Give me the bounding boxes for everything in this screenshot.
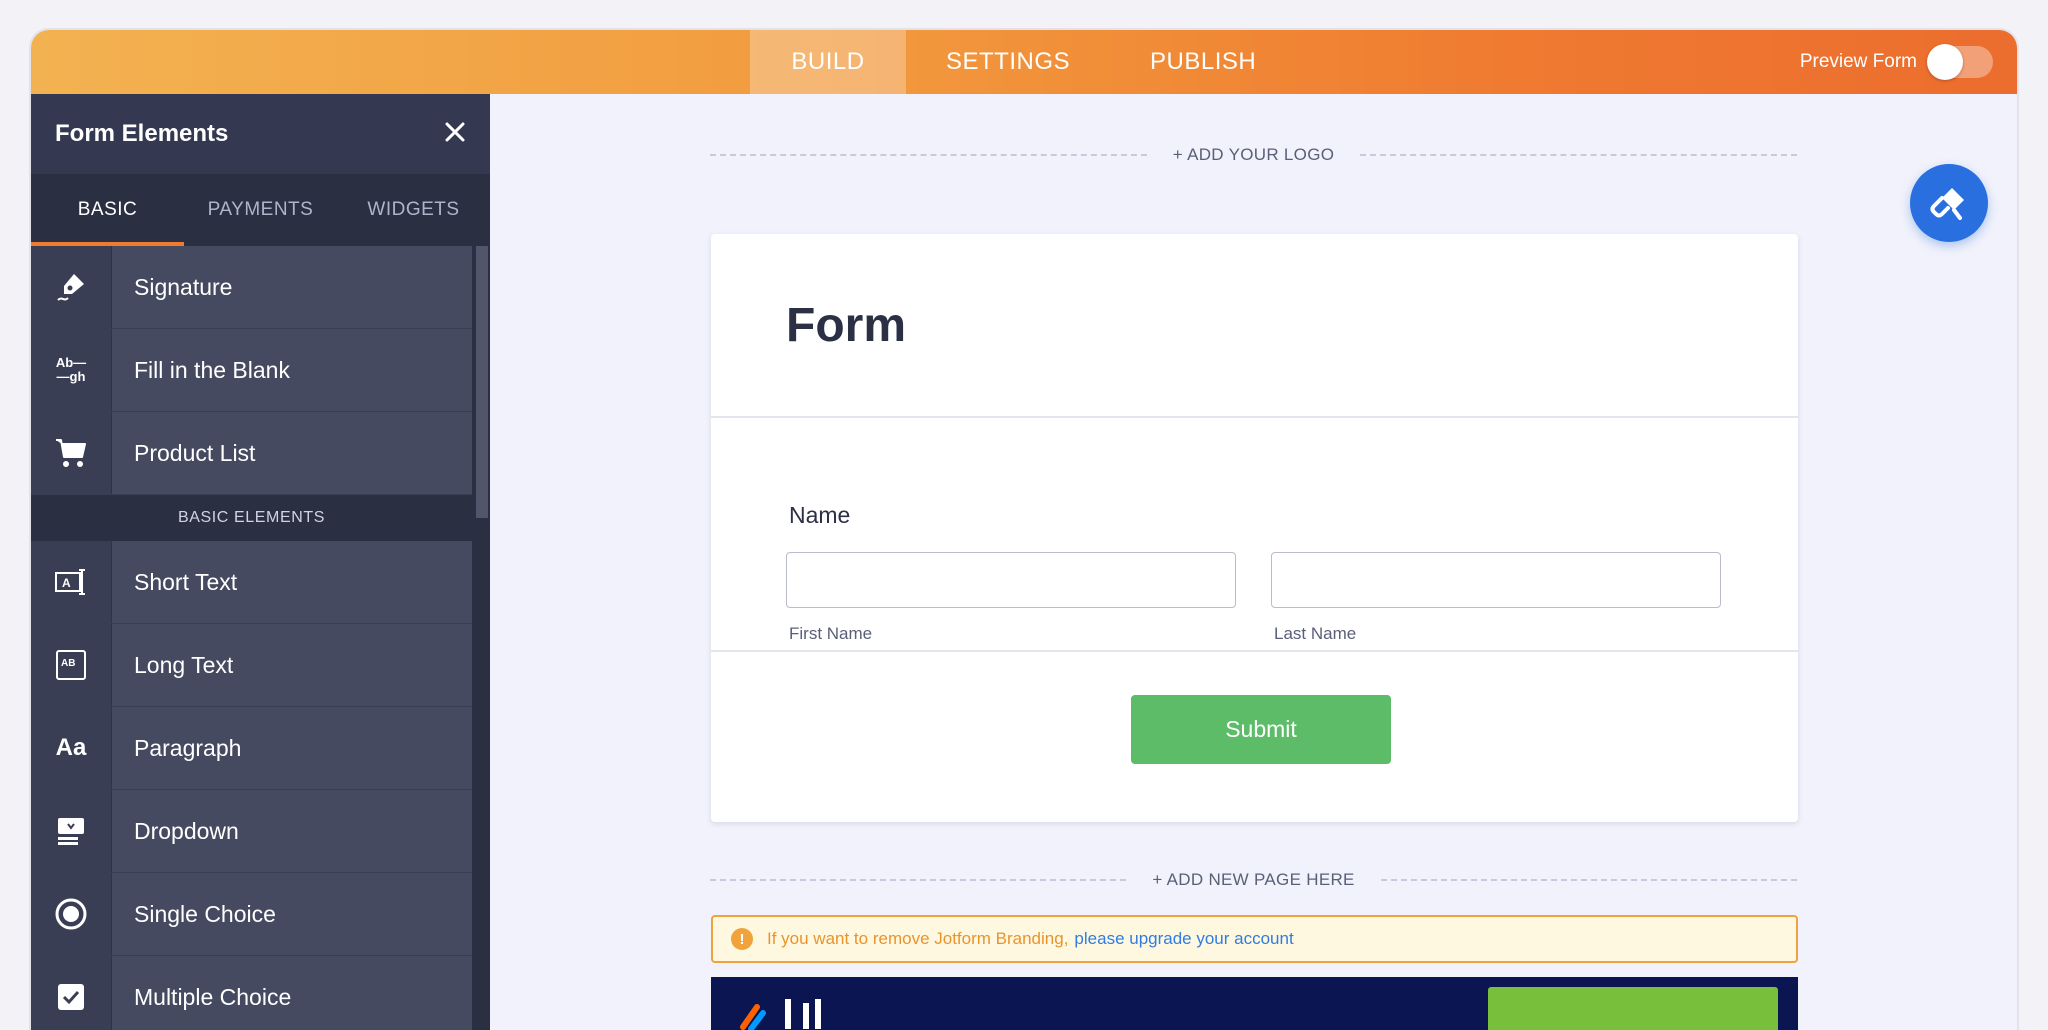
jotform-logo-icon — [729, 987, 839, 1030]
sidebar-item-single-choice[interactable]: Single Choice — [31, 873, 472, 956]
form-designer-button[interactable] — [1910, 164, 1988, 242]
sidebar-item-label: Paragraph — [134, 734, 242, 761]
submit-button[interactable]: Submit — [1131, 695, 1391, 764]
first-name-input[interactable] — [786, 552, 1236, 608]
sidebar-item-long-text[interactable]: AB Long Text — [31, 624, 472, 707]
notice-text: If you want to remove Jotform Branding, — [767, 929, 1069, 948]
preview-form-toggle[interactable] — [1927, 44, 1993, 80]
sidebar-item-label: Short Text — [134, 568, 238, 595]
short-text-icon: A — [31, 541, 112, 623]
sidebar-item-label: Single Choice — [134, 900, 276, 927]
dropdown-icon — [31, 790, 112, 872]
sidebar-item-signature[interactable]: Signature — [31, 246, 472, 329]
sidebar-item-product-list[interactable]: Product List — [31, 412, 472, 495]
fill-blank-glyph-bottom: gh — [69, 369, 86, 384]
last-name-input[interactable] — [1271, 552, 1721, 608]
jotform-branding-banner — [711, 977, 1798, 1030]
preview-form-control: Preview Form — [1800, 30, 1993, 94]
tab-payments[interactable]: PAYMENTS — [184, 174, 337, 246]
sidebar-item-label: Multiple Choice — [134, 983, 292, 1010]
dashed-divider — [710, 154, 1147, 156]
paragraph-icon: Aa — [31, 707, 112, 789]
section-divider — [711, 650, 1798, 652]
sidebar-element-list: Signature Ab— —gh Fill in the Blank Prod… — [31, 246, 472, 1030]
dashed-divider — [1380, 879, 1798, 881]
add-new-page-link[interactable]: + ADD NEW PAGE HERE — [1152, 870, 1354, 890]
sidebar-item-short-text[interactable]: A Short Text — [31, 541, 472, 624]
sidebar-item-dropdown[interactable]: Dropdown — [31, 790, 472, 873]
sidebar-item-label: Dropdown — [134, 817, 239, 844]
sidebar-item-fill-blank[interactable]: Ab— —gh Fill in the Blank — [31, 329, 472, 412]
dashed-divider — [1360, 154, 1798, 156]
checkbox-icon — [31, 956, 112, 1030]
preview-form-label: Preview Form — [1799, 51, 1917, 72]
branding-cta-button[interactable] — [1488, 987, 1778, 1030]
first-name-sublabel: First Name — [789, 624, 873, 643]
sidebar-header: Form Elements — [31, 94, 490, 174]
add-logo-row: + ADD YOUR LOGO — [710, 140, 1798, 170]
sidebar-item-paragraph[interactable]: Aa Paragraph — [31, 707, 472, 790]
sidebar-tabs: BASIC PAYMENTS WIDGETS — [31, 174, 490, 246]
section-divider — [711, 416, 1798, 418]
form-title[interactable]: Form — [786, 298, 906, 353]
name-field-label[interactable]: Name — [789, 502, 850, 529]
sidebar-item-label: Signature — [134, 273, 233, 300]
top-bar: BUILD SETTINGS PUBLISH Preview Form — [31, 30, 2017, 94]
form-builder-window: BUILD SETTINGS PUBLISH Preview Form Form… — [31, 30, 2017, 1030]
long-text-glyph: AB — [61, 658, 75, 669]
long-text-icon: AB — [31, 624, 112, 706]
add-page-row: + ADD NEW PAGE HERE — [710, 865, 1798, 895]
signature-icon — [31, 246, 112, 328]
sidebar-item-label: Product List — [134, 439, 256, 466]
tab-basic[interactable]: BASIC — [31, 174, 184, 246]
sidebar-item-label: Long Text — [134, 651, 234, 678]
form-elements-sidebar: Form Elements BASIC PAYMENTS WIDGETS Sig… — [31, 94, 490, 1030]
last-name-sublabel: Last Name — [1274, 624, 1357, 643]
top-nav: BUILD SETTINGS PUBLISH — [750, 30, 1296, 94]
tab-build[interactable]: BUILD — [750, 30, 906, 94]
fill-blank-icon: Ab— —gh — [31, 329, 112, 411]
tab-widgets[interactable]: WIDGETS — [337, 174, 490, 246]
paint-roller-icon — [1930, 188, 1964, 220]
tab-settings[interactable]: SETTINGS — [906, 30, 1110, 94]
section-basic-elements: BASIC ELEMENTS — [31, 495, 472, 541]
sidebar-title: Form Elements — [55, 120, 229, 147]
warning-icon: ! — [731, 928, 753, 950]
add-logo-link[interactable]: + ADD YOUR LOGO — [1173, 145, 1334, 165]
upgrade-account-link[interactable]: please upgrade your account — [1074, 929, 1293, 949]
sidebar-item-label: Fill in the Blank — [134, 356, 290, 383]
toggle-knob — [1927, 44, 1963, 80]
form-card: Form Name First Name Last Name Submit — [711, 234, 1798, 822]
tab-publish[interactable]: PUBLISH — [1110, 30, 1296, 94]
branding-notice: ! If you want to remove Jotform Branding… — [711, 915, 1798, 963]
sidebar-scrollbar[interactable] — [476, 246, 488, 518]
fill-blank-glyph-top: Ab — [55, 355, 74, 370]
paragraph-glyph: Aa — [55, 734, 87, 761]
svg-text:A: A — [62, 576, 71, 590]
cart-icon — [31, 412, 112, 494]
dashed-divider — [710, 879, 1127, 881]
sidebar-item-multiple-choice[interactable]: Multiple Choice — [31, 956, 472, 1030]
radio-icon — [31, 873, 112, 955]
close-icon[interactable] — [444, 119, 466, 149]
